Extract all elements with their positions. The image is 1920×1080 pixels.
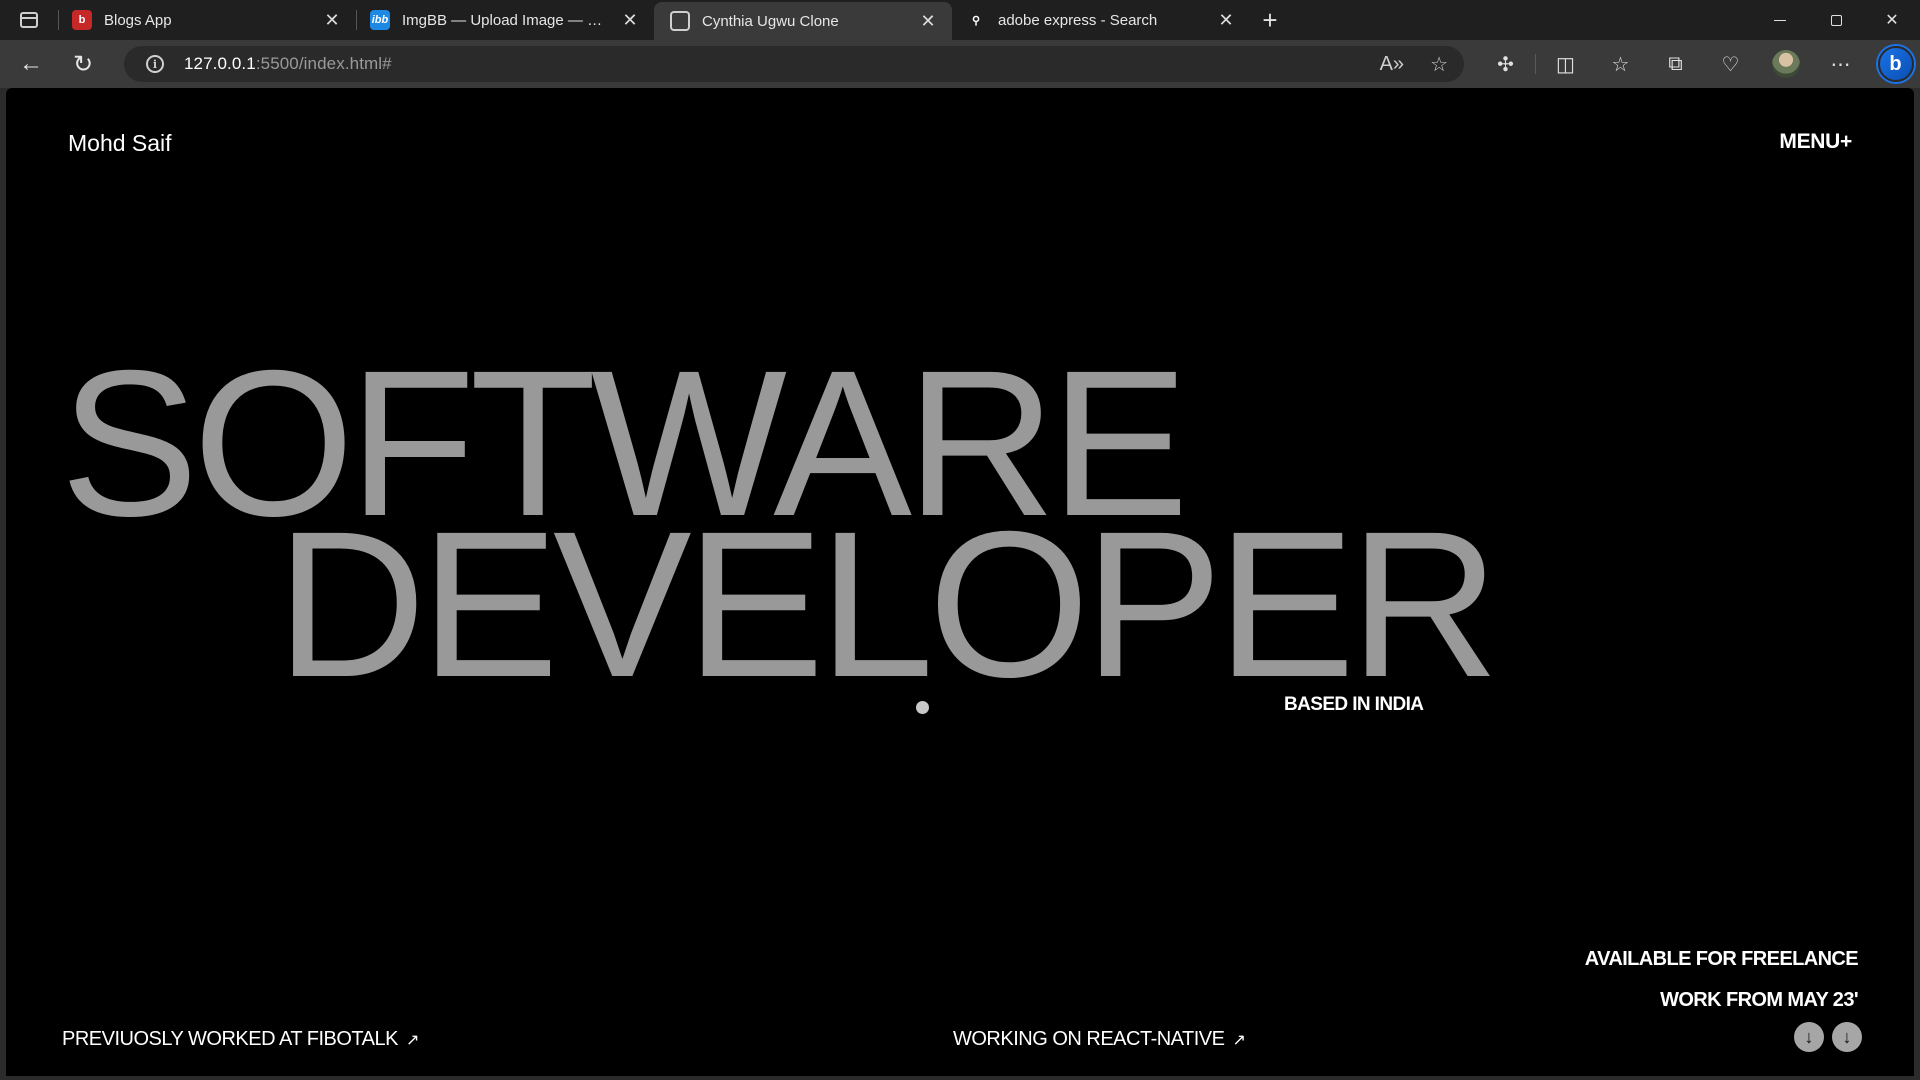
puzzle-icon: ✣ [1497,53,1514,76]
tab-imgbb[interactable]: ibb ImgBB — Upload Image — Free Image Ho… [356,0,654,40]
address-bar-actions: A» ☆ [1380,46,1448,82]
tab-title: ImgBB — Upload Image — Free Image Hostin… [402,11,610,29]
copilot-icon: b [1877,46,1914,82]
settings-more-button[interactable]: ⋯ [1813,44,1868,84]
scroll-down-button[interactable]: ↓ [1794,1022,1824,1052]
arrow-up-right-icon: ↗ [1232,1031,1246,1049]
cursor-dot [916,701,929,714]
favorite-star-icon[interactable]: ☆ [1430,52,1448,77]
extensions-button[interactable]: ✣ [1478,44,1533,84]
address-bar[interactable]: i 127.0.0.1:5500/index.html# A» ☆ [124,46,1464,82]
new-tab-button[interactable]: + [1250,0,1290,40]
tab-actions-button[interactable] [0,0,58,40]
close-icon[interactable]: ✕ [322,10,342,30]
availability-line-2: WORK FROM MAY 23' [1660,989,1859,1011]
back-button[interactable]: ← [8,44,54,84]
arrow-up-right-icon: ↗ [405,1031,419,1049]
tab-cynthia-ugwu-clone[interactable]: Cynthia Ugwu Clone ✕ [654,2,952,40]
link-label: WORKING ON REACT-NATIVE [953,1028,1225,1050]
close-window-button[interactable]: ✕ [1864,0,1920,40]
close-icon: ✕ [1885,12,1899,29]
tab-strip: b Blogs App ✕ ibb ImgBB — Upload Image —… [0,0,1920,40]
imgbb-favicon-icon: ibb [370,10,390,30]
url-text: 127.0.0.1:5500/index.html# [184,54,392,74]
heart-pulse-icon: ♡ [1721,53,1740,76]
location-text: BASED IN INDIA [1284,694,1424,715]
search-icon: ⚲ [971,14,981,27]
tab-title: adobe express - Search [998,11,1158,29]
scroll-down-button[interactable]: ↓ [1832,1022,1862,1052]
close-icon[interactable]: ✕ [918,11,938,31]
menu-button[interactable]: MENU+ [1779,130,1852,154]
minimize-button[interactable] [1752,0,1808,40]
tab-blogs-app[interactable]: b Blogs App ✕ [58,0,356,40]
page-icon [670,11,690,31]
favorites-button[interactable]: ☆ [1593,44,1648,84]
tab-title: Blogs App [104,11,172,29]
avatar [1771,50,1800,78]
favorites-icon: ☆ [1611,53,1630,76]
link-label: PREVIUOSLY WORKED AT FIBOTALK [62,1028,398,1050]
scroll-buttons: ↓ ↓ [1794,1022,1862,1052]
back-arrow-icon: ← [19,50,43,77]
site-info-icon[interactable]: i [146,55,164,73]
browser-essentials-button[interactable]: ♡ [1703,44,1758,84]
collections-button[interactable]: ⧉ [1648,44,1703,84]
close-icon[interactable]: ✕ [620,10,640,30]
plus-icon: + [1262,4,1278,35]
tab-actions-icon [20,12,38,28]
profile-button[interactable] [1758,44,1813,84]
browser-toolbar: ← ↻ i 127.0.0.1:5500/index.html# A» ☆ ✣ … [0,40,1920,88]
refresh-button[interactable]: ↻ [60,44,106,84]
close-icon[interactable]: ✕ [1216,10,1236,30]
arrow-down-icon: ↓ [1842,1026,1852,1047]
split-screen-icon: ◫ [1556,53,1575,76]
restore-icon [1830,14,1842,26]
collections-icon: ⧉ [1668,52,1683,75]
hero-heading-line-2: DEVELOPER [276,489,1500,721]
split-screen-button[interactable]: ◫ [1538,44,1593,84]
url-path: :5500/index.html# [255,54,392,73]
browser-window: b Blogs App ✕ ibb ImgBB — Upload Image —… [0,0,1920,1080]
tab-title: Cynthia Ugwu Clone [702,12,839,30]
site-name[interactable]: Mohd Saif [68,130,172,157]
more-icon: ⋯ [1830,53,1851,76]
copilot-button[interactable]: b [1868,44,1920,84]
availability-line-1: AVAILABLE FOR FREELANCE [1584,948,1859,970]
previously-worked-link[interactable]: PREVIUOSLY WORKED AT FIBOTALK ↗ [62,1028,419,1051]
working-on-link[interactable]: WORKING ON REACT-NATIVE ↗ [953,1028,1246,1051]
refresh-icon: ↻ [72,50,94,78]
page-viewport: Mohd Saif MENU+ SOFTWARE DEVELOPER BASED… [6,88,1914,1076]
window-controls: ✕ [1752,0,1920,40]
divider [1535,54,1536,74]
restore-button[interactable] [1808,0,1864,40]
url-host: 127.0.0.1 [184,54,256,73]
tab-adobe-express-search[interactable]: ⚲ adobe express - Search ✕ [952,0,1250,40]
minimize-icon [1774,19,1786,21]
arrow-down-icon: ↓ [1804,1026,1814,1047]
read-aloud-icon[interactable]: A» [1380,53,1404,76]
toolbar-icons: ✣ ◫ ☆ ⧉ ♡ ⋯ b [1478,40,1920,88]
blogs-app-favicon-icon: b [72,10,92,30]
